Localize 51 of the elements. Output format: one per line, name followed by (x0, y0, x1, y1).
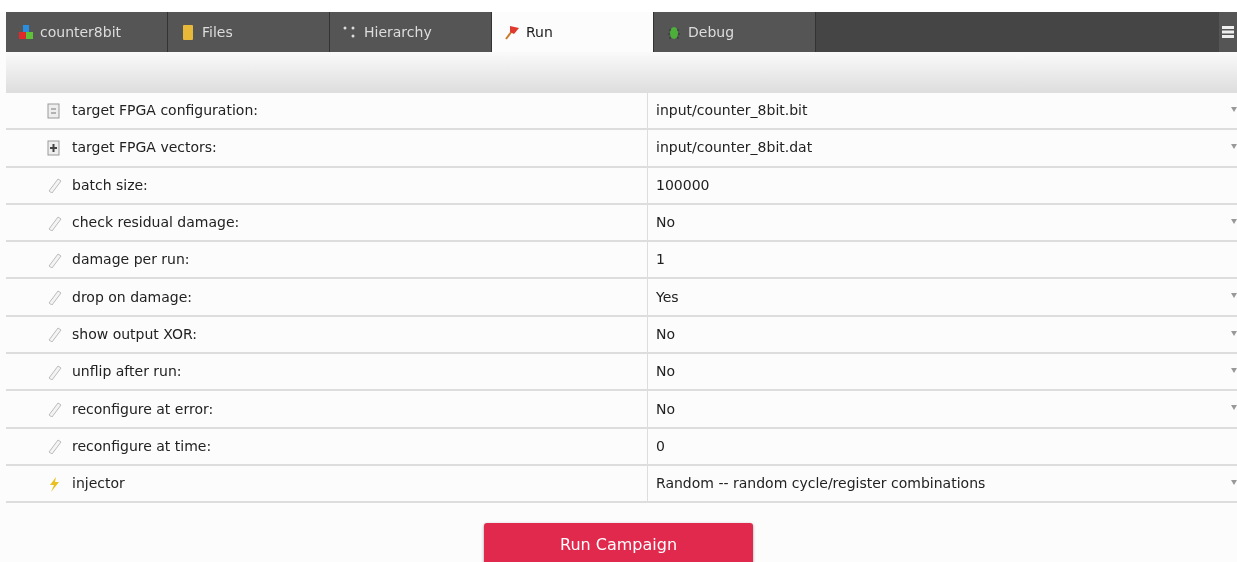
setting-label: injector (72, 474, 125, 494)
tab[interactable]: Run (492, 12, 654, 52)
dropdown-value[interactable]: input/counter_8bit.bit (656, 100, 808, 122)
tag-icon (46, 251, 62, 268)
setting-label: drop on damage: (72, 287, 193, 307)
setting-label: reconfigure at error: (72, 399, 214, 419)
setting-label: show output XOR: (72, 324, 197, 344)
tag-icon (46, 214, 62, 231)
setting-label: damage per run: (72, 250, 190, 270)
setting-label: unflip after run: (72, 362, 182, 382)
tab[interactable]: counter8bit (6, 12, 168, 52)
file-icon (46, 139, 62, 156)
bug-icon (666, 24, 682, 40)
caret-icon[interactable] (1231, 479, 1237, 485)
tag-icon (46, 363, 62, 380)
blocks-icon (18, 24, 34, 40)
dropdown-value[interactable]: No (656, 212, 676, 234)
tag-icon (46, 289, 62, 306)
caret-icon[interactable] (1231, 218, 1237, 224)
caret-icon[interactable] (1231, 330, 1237, 336)
field-value[interactable]: 100000 (656, 174, 710, 196)
caret-icon[interactable] (1231, 368, 1237, 374)
tag-icon (46, 438, 62, 455)
dropdown-value[interactable]: No (656, 398, 676, 420)
flag-icon (504, 24, 520, 40)
menu-icon[interactable] (1219, 12, 1237, 52)
setting-label: batch size: (72, 175, 148, 195)
dropdown-value[interactable]: No (656, 323, 676, 345)
dropdown-value[interactable]: No (656, 361, 676, 383)
setting-label: reconfigure at time: (72, 436, 212, 456)
caret-icon[interactable] (1231, 144, 1237, 150)
setting-label: target FPGA vectors: (72, 138, 217, 158)
dropdown-value[interactable]: Random -- random cycle/register combinations (656, 473, 986, 495)
file-icon (46, 102, 62, 119)
tag-icon (46, 401, 62, 417)
tab[interactable]: Debug (654, 12, 816, 52)
setting-label: target FPGA configuration: (72, 101, 258, 121)
tab[interactable]: Files (168, 12, 330, 52)
field-value[interactable]: 0 (656, 435, 665, 457)
field-value[interactable]: 1 (656, 249, 665, 271)
caret-icon[interactable] (1231, 107, 1237, 112)
tag-icon (46, 177, 62, 194)
tab[interactable]: Hierarchy (330, 12, 492, 52)
folder-icon (180, 24, 196, 40)
dropdown-value[interactable]: input/counter_8bit.dat (656, 137, 813, 159)
run-campaign-button[interactable]: Run Campaign (484, 523, 753, 562)
tag-icon (46, 326, 62, 343)
dropdown-value[interactable]: Yes (656, 286, 679, 308)
caret-icon[interactable] (1231, 405, 1237, 411)
setting-label: check residual damage: (72, 213, 240, 233)
caret-icon[interactable] (1231, 293, 1237, 299)
